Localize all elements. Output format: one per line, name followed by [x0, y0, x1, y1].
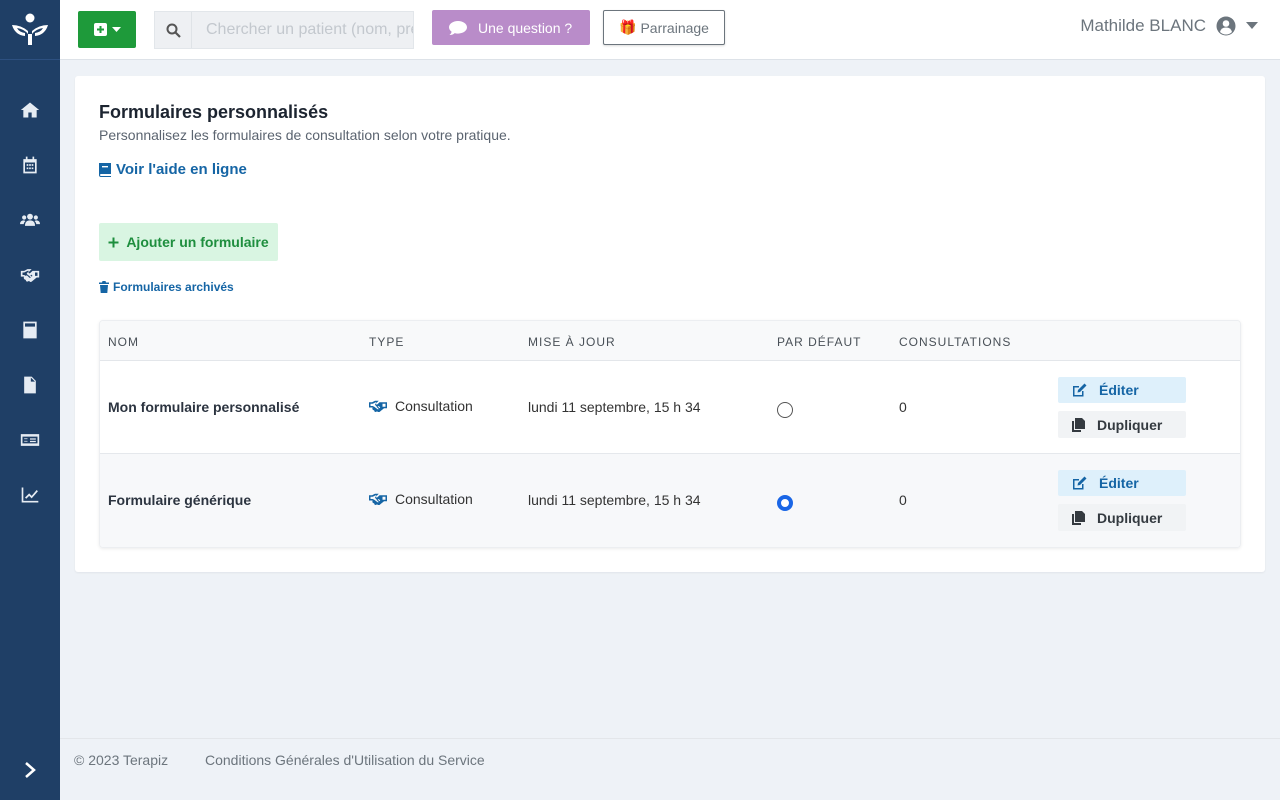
default-radio[interactable] — [777, 495, 793, 511]
referral-button[interactable]: 🎁 Parrainage — [603, 10, 725, 45]
calculator-icon — [23, 321, 37, 338]
edit-label: Éditer — [1099, 382, 1139, 398]
edit-button[interactable]: Éditer — [1058, 470, 1186, 496]
copy-icon — [1072, 510, 1085, 525]
edit-icon — [1073, 476, 1087, 490]
header-consultations: CONSULTATIONS — [899, 335, 1012, 349]
plus-square-icon — [93, 23, 107, 36]
page-subtitle: Personnalisez les formulaires de consult… — [99, 127, 511, 143]
add-form-label: Ajouter un formulaire — [126, 234, 269, 250]
terapiz-logo-icon — [12, 13, 48, 45]
duplicate-button[interactable]: Dupliquer — [1058, 411, 1186, 438]
user-menu[interactable]: Mathilde BLANC — [1080, 16, 1258, 36]
form-updated: lundi 11 septembre, 15 h 34 — [528, 492, 701, 508]
money-check-icon — [20, 433, 40, 446]
users-icon — [20, 213, 40, 226]
help-link-label: Voir l'aide en ligne — [116, 161, 247, 178]
sidebar-item-home[interactable] — [0, 82, 60, 137]
help-link[interactable]: Voir l'aide en ligne — [99, 161, 247, 178]
sidebar — [0, 0, 60, 800]
app-logo[interactable] — [0, 0, 60, 60]
copyright: © 2023 Terapiz — [74, 752, 169, 768]
plus-icon — [108, 237, 119, 247]
calendar-icon — [23, 156, 37, 173]
chevron-right-icon — [25, 762, 36, 778]
forms-card: Formulaires personnalisés Personnalisez … — [75, 76, 1265, 572]
form-name: Formulaire générique — [108, 492, 252, 508]
user-circle-icon — [1216, 16, 1236, 36]
edit-label: Éditer — [1099, 475, 1139, 491]
sidebar-item-payments[interactable] — [0, 412, 60, 467]
form-consultations-count: 0 — [899, 492, 907, 508]
handshake-icon — [20, 268, 40, 282]
header-updated: MISE À JOUR — [528, 335, 616, 349]
new-item-button[interactable] — [78, 11, 136, 48]
terms-link[interactable]: Conditions Générales d'Utilisation du Se… — [205, 752, 485, 768]
question-button[interactable]: Une question ? — [432, 10, 590, 45]
copy-icon — [1072, 417, 1085, 432]
sidebar-expand-button[interactable] — [0, 750, 60, 790]
header-type: TYPE — [369, 335, 405, 349]
home-icon — [20, 102, 40, 117]
footer: © 2023 Terapiz Conditions Générales d'Ut… — [60, 738, 1280, 800]
search-input[interactable] — [192, 12, 413, 48]
user-name: Mathilde BLANC — [1080, 16, 1206, 35]
form-type: Consultation — [369, 398, 473, 414]
handshake-icon — [369, 493, 387, 505]
search-icon-wrapper — [155, 12, 192, 48]
handshake-icon — [369, 400, 387, 412]
sidebar-item-calendar[interactable] — [0, 137, 60, 192]
form-name: Mon formulaire personnalisé — [108, 399, 300, 415]
patient-search — [154, 11, 414, 49]
chart-line-icon — [21, 487, 39, 502]
sidebar-item-documents[interactable] — [0, 357, 60, 412]
header-default: PAR DÉFAUT — [777, 335, 862, 349]
comment-icon — [449, 20, 467, 35]
form-type-label: Consultation — [395, 398, 473, 414]
trash-icon — [99, 281, 109, 293]
form-updated: lundi 11 septembre, 15 h 34 — [528, 399, 701, 415]
table-row: Formulaire générique Consultation lundi … — [100, 454, 1240, 547]
archived-forms-label: Formulaires archivés — [113, 280, 234, 294]
gift-icon: 🎁 — [619, 19, 637, 35]
archived-forms-link[interactable]: Formulaires archivés — [99, 280, 234, 294]
top-bar: Une question ? 🎁 Parrainage Mathilde BLA… — [60, 0, 1280, 60]
table-header: NOM TYPE MISE À JOUR PAR DÉFAUT CONSULTA… — [100, 321, 1240, 361]
add-form-button[interactable]: Ajouter un formulaire — [99, 223, 278, 261]
sidebar-item-billing[interactable] — [0, 302, 60, 357]
sidebar-item-statistics[interactable] — [0, 467, 60, 522]
edit-icon — [1073, 383, 1087, 397]
caret-down-icon — [1246, 22, 1258, 29]
table-row: Mon formulaire personnalisé Consultation… — [100, 361, 1240, 454]
form-consultations-count: 0 — [899, 399, 907, 415]
document-icon — [24, 376, 36, 393]
duplicate-button[interactable]: Dupliquer — [1058, 504, 1186, 531]
header-name: NOM — [108, 335, 139, 349]
duplicate-label: Dupliquer — [1097, 509, 1163, 526]
sidebar-item-consultations[interactable] — [0, 247, 60, 302]
search-icon — [166, 23, 181, 38]
sidebar-item-patients[interactable] — [0, 192, 60, 247]
edit-button[interactable]: Éditer — [1058, 377, 1186, 403]
default-radio[interactable] — [777, 402, 793, 418]
form-type: Consultation — [369, 491, 473, 507]
page-title: Formulaires personnalisés — [99, 102, 329, 122]
caret-down-icon — [111, 26, 121, 32]
forms-table: NOM TYPE MISE À JOUR PAR DÉFAUT CONSULTA… — [99, 320, 1241, 548]
form-type-label: Consultation — [395, 491, 473, 507]
question-label: Une question ? — [478, 19, 573, 36]
book-icon — [99, 162, 111, 177]
referral-label: Parrainage — [640, 19, 709, 36]
duplicate-label: Dupliquer — [1097, 416, 1163, 433]
